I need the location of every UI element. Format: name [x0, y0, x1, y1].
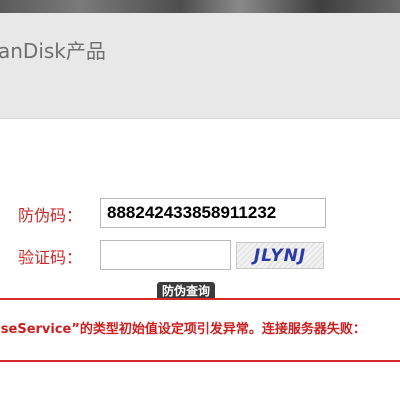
captcha-input[interactable]: [100, 240, 231, 270]
antifake-code-input[interactable]: [100, 198, 326, 228]
top-banner-strip: [0, 0, 400, 13]
header-panel: anDisk产品: [0, 13, 400, 119]
error-message-text: aseService”的类型初始值设定项引发异常。连接服务器失败：: [0, 322, 366, 337]
antifake-code-label: 防伪码：: [18, 206, 83, 225]
captcha-image-text: JLYNJ: [253, 245, 307, 266]
error-message-box: aseService”的类型初始值设定项引发异常。连接服务器失败：: [0, 298, 400, 362]
captcha-label: 验证码：: [18, 248, 83, 267]
captcha-image[interactable]: JLYNJ: [236, 242, 324, 269]
page-title: anDisk产品: [0, 39, 106, 63]
